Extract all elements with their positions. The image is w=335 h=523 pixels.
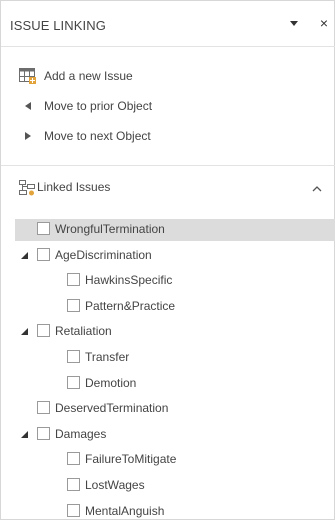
section-divider — [1, 165, 335, 166]
tree-item[interactable]: Demotion — [15, 373, 335, 395]
tree-item-checkbox[interactable] — [37, 324, 50, 337]
tree-item[interactable]: WrongfulTermination — [15, 219, 335, 241]
add-new-issue-action[interactable]: Add a new Issue — [17, 65, 133, 87]
move-next-object-label: Move to next Object — [44, 129, 151, 143]
tree-item-checkbox[interactable] — [67, 478, 80, 491]
tree-item[interactable]: AgeDiscrimination — [15, 245, 335, 267]
tree-item-checkbox[interactable] — [67, 350, 80, 363]
expander-triangle-icon[interactable] — [21, 328, 28, 335]
tree-item-label: MentalAnguish — [85, 504, 165, 518]
tree-item-checkbox[interactable] — [67, 299, 80, 312]
tree-item-label: FailureToMitigate — [85, 452, 177, 466]
tree-item-label: DeservedTermination — [55, 401, 169, 415]
tree-item-checkbox[interactable] — [37, 248, 50, 261]
linked-issues-header: Linked Issues — [1, 171, 335, 205]
tree-item-label: HawkinsSpecific — [85, 273, 173, 287]
tree-item-label: AgeDiscrimination — [55, 248, 152, 262]
issue-linking-pane: ISSUE LINKING × Add a new Issue Move to … — [0, 0, 335, 520]
tree-item-label: LostWages — [85, 478, 145, 492]
add-new-issue-label: Add a new Issue — [44, 69, 133, 83]
add-issue-table-icon — [17, 65, 39, 87]
expander-triangle-icon[interactable] — [21, 252, 28, 259]
tree-item-label: Damages — [55, 427, 107, 441]
tree-item-label: Pattern&Practice — [85, 299, 176, 313]
pane-title-bar: ISSUE LINKING × — [1, 1, 335, 47]
tree-item-checkbox[interactable] — [67, 376, 80, 389]
pane-options-dropdown[interactable] — [286, 15, 302, 31]
tree-item-checkbox[interactable] — [67, 452, 80, 465]
tree-item-checkbox[interactable] — [67, 504, 80, 517]
chevron-down-icon — [290, 20, 298, 26]
close-button[interactable]: × — [316, 14, 332, 32]
tree-item-label: WrongfulTermination — [55, 222, 165, 236]
tree-item-checkbox[interactable] — [37, 427, 50, 440]
move-prior-object-action[interactable]: Move to prior Object — [17, 95, 152, 117]
arrow-right-icon — [17, 125, 39, 147]
collapse-section-button[interactable] — [310, 182, 324, 194]
tree-item-checkbox[interactable] — [37, 401, 50, 414]
arrow-left-icon — [17, 95, 39, 117]
tree-item[interactable]: Damages — [15, 424, 335, 446]
tree-item-checkbox[interactable] — [37, 222, 50, 235]
tree-item-label: Retaliation — [55, 324, 112, 338]
tree-item-checkbox[interactable] — [67, 273, 80, 286]
tree-item[interactable]: HawkinsSpecific — [15, 270, 335, 292]
expander-triangle-icon[interactable] — [21, 431, 28, 438]
pane-title: ISSUE LINKING — [10, 18, 106, 33]
tree-item[interactable]: Transfer — [15, 347, 335, 369]
linked-issues-icon — [17, 178, 37, 198]
tree-item-label: Transfer — [85, 350, 130, 364]
tree-item-label: Demotion — [85, 376, 137, 390]
tree-item[interactable]: FailureToMitigate — [15, 449, 335, 471]
move-next-object-action[interactable]: Move to next Object — [17, 125, 151, 147]
move-prior-object-label: Move to prior Object — [44, 99, 153, 113]
linked-issues-title: Linked Issues — [37, 180, 111, 194]
tree-item[interactable]: LostWages — [15, 475, 335, 497]
tree-item[interactable]: Pattern&Practice — [15, 296, 335, 318]
tree-item[interactable]: DeservedTermination — [15, 398, 335, 420]
tree-item[interactable]: Retaliation — [15, 321, 335, 343]
